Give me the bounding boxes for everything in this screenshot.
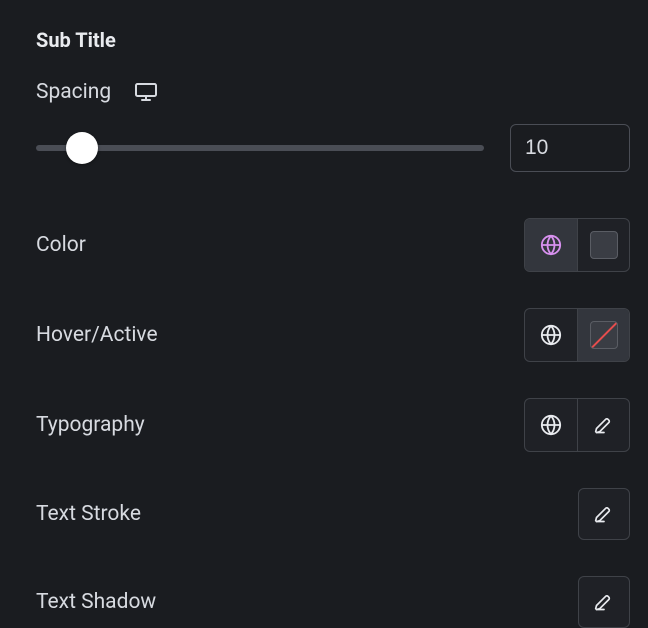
spacing-input[interactable] [510,124,630,172]
hover-active-controls [524,308,630,362]
hover-active-global-button[interactable] [525,309,577,361]
spacing-label: Spacing [36,80,111,104]
spacing-slider-thumb[interactable] [66,132,98,164]
spacing-slider-row [36,124,630,172]
color-swatch-button[interactable] [577,219,629,271]
text-stroke-label: Text Stroke [36,502,141,526]
pencil-icon [594,415,614,435]
hover-active-swatch-button[interactable] [577,309,629,361]
desktop-icon[interactable] [135,83,157,101]
text-shadow-edit-button[interactable] [578,576,630,628]
typography-global-button[interactable] [525,399,577,451]
no-color-swatch [590,321,618,349]
pencil-icon [594,592,614,612]
color-label: Color [36,233,86,257]
color-controls [524,218,630,272]
globe-icon [540,414,562,436]
text-shadow-label: Text Shadow [36,590,156,614]
section-title: Sub Title [36,28,630,52]
typography-label: Typography [36,413,145,437]
typography-controls [524,398,630,452]
text-shadow-row: Text Shadow [36,576,630,628]
typography-edit-button[interactable] [577,399,629,451]
hover-active-label: Hover/Active [36,323,158,347]
text-stroke-edit-button[interactable] [578,488,630,540]
typography-row: Typography [36,398,630,452]
color-global-button[interactable] [525,219,577,271]
spacing-label-row: Spacing [36,80,630,104]
globe-icon [540,234,562,256]
color-swatch [590,231,618,259]
text-stroke-row: Text Stroke [36,488,630,540]
color-row: Color [36,218,630,272]
hover-active-row: Hover/Active [36,308,630,362]
pencil-icon [594,504,614,524]
globe-icon [540,324,562,346]
spacing-slider[interactable] [36,132,484,164]
